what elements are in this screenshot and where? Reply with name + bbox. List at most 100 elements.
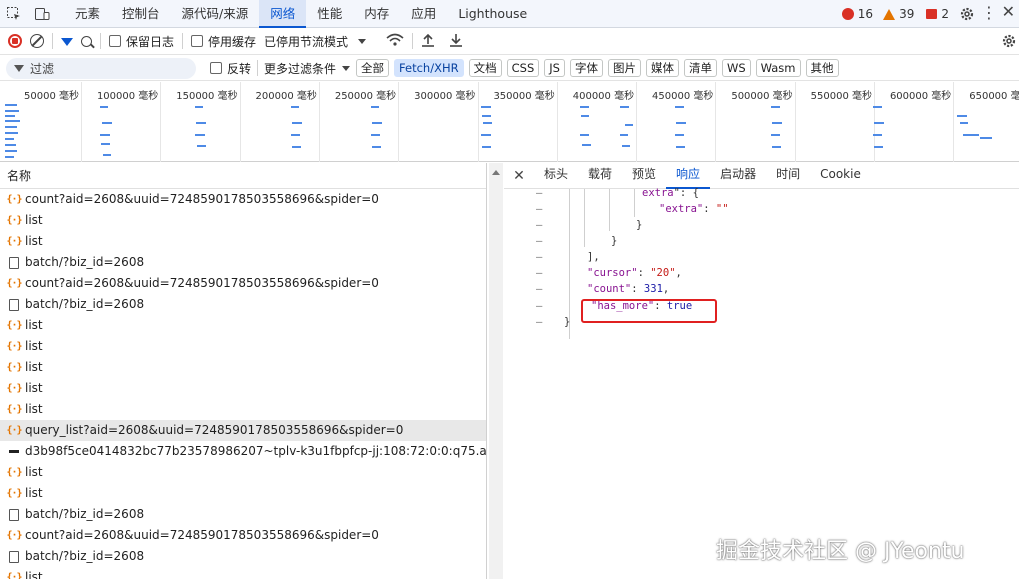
panel-tab[interactable]: 控制台 bbox=[111, 0, 171, 28]
throttling-select[interactable]: 已停用节流模式 bbox=[264, 33, 367, 50]
scroll-up-arrow-icon[interactable] bbox=[492, 170, 500, 175]
request-row[interactable]: batch/?biz_id=2608 bbox=[0, 546, 486, 567]
overview-request-bar bbox=[620, 106, 629, 108]
close-detail-icon[interactable]: ✕ bbox=[504, 168, 534, 184]
overview-request-bar bbox=[103, 154, 111, 156]
filter-chip[interactable]: WS bbox=[721, 59, 751, 77]
inner-extra-key: "extra" bbox=[659, 203, 704, 215]
filter-input[interactable]: 过滤 bbox=[6, 57, 196, 79]
clear-icon[interactable] bbox=[30, 34, 44, 48]
filter-chip[interactable]: 媒体 bbox=[645, 59, 679, 77]
overview-request-bar bbox=[197, 145, 206, 147]
request-row[interactable]: {·} list bbox=[0, 378, 486, 399]
request-row[interactable]: batch/?biz_id=2608 bbox=[0, 252, 486, 273]
filter-chip[interactable]: 字体 bbox=[569, 59, 603, 77]
panel-tab[interactable]: 内存 bbox=[353, 0, 400, 28]
overview-request-bar bbox=[5, 144, 16, 146]
checkbox-box[interactable] bbox=[191, 35, 204, 47]
device-toolbar-icon[interactable] bbox=[28, 0, 56, 28]
xhr-icon: {·} bbox=[6, 425, 22, 436]
overview-gridline bbox=[794, 82, 796, 162]
filter-chip[interactable]: Wasm bbox=[755, 59, 801, 77]
request-row[interactable]: {·} list bbox=[0, 336, 486, 357]
document-shape bbox=[9, 256, 19, 269]
more-filters-dropdown[interactable]: 更多过滤条件 bbox=[264, 60, 351, 77]
network-overview-timeline[interactable]: 50000 毫秒 100000 毫秒 150000 毫秒 200000 毫秒 25000… bbox=[0, 82, 1019, 162]
panel-tab[interactable]: 应用 bbox=[400, 0, 447, 28]
filter-chip[interactable]: 全部 bbox=[356, 59, 390, 77]
filter-chip[interactable]: 文档 bbox=[468, 59, 502, 77]
toolbar-divider bbox=[257, 60, 259, 76]
overview-request-bar bbox=[195, 106, 203, 108]
error-count: 16 bbox=[857, 7, 874, 21]
filter-chip[interactable]: Fetch/XHR bbox=[394, 59, 464, 77]
search-icon[interactable] bbox=[81, 35, 95, 48]
filter-chip[interactable]: 图片 bbox=[607, 59, 641, 77]
request-row[interactable]: {·} list bbox=[0, 462, 486, 483]
console-status[interactable]: 16 39 2 bbox=[834, 0, 949, 28]
network-settings-gear-icon[interactable] bbox=[1001, 33, 1017, 52]
request-row[interactable]: {·} list bbox=[0, 483, 486, 504]
disable-cache-checkbox[interactable]: 停用缓存 bbox=[191, 33, 256, 50]
media-shape bbox=[9, 450, 19, 453]
request-row[interactable]: {·} query_list?aid=2608&uuid=724859017850… bbox=[0, 420, 486, 441]
filter-funnel-icon[interactable] bbox=[61, 38, 73, 46]
request-row[interactable]: {·} list bbox=[0, 399, 486, 420]
more-options-icon[interactable]: ⋮ bbox=[981, 5, 997, 21]
document-shape bbox=[9, 550, 19, 563]
panel-tab[interactable]: 元素 bbox=[64, 0, 111, 28]
network-conditions-wifi-icon[interactable] bbox=[386, 33, 404, 50]
overview-time-label: 200000 毫秒 bbox=[255, 91, 317, 102]
request-row[interactable]: {·} count?aid=2608&uuid=72485901785035586… bbox=[0, 525, 486, 546]
request-row[interactable]: {·} list bbox=[0, 210, 486, 231]
filter-chip[interactable]: 清单 bbox=[683, 59, 717, 77]
code-line: – "count": 331, bbox=[536, 283, 670, 295]
preserve-log-label: 保留日志 bbox=[126, 34, 175, 49]
panel-tab[interactable]: Lighthouse bbox=[447, 0, 538, 28]
checkbox-box[interactable] bbox=[109, 35, 121, 47]
request-row[interactable]: {·} count?aid=2608&uuid=72485901785035586… bbox=[0, 273, 486, 294]
more-filters-label: 更多过滤条件 bbox=[264, 61, 337, 76]
request-row[interactable]: {·} list bbox=[0, 357, 486, 378]
overview-time-label: 250000 毫秒 bbox=[334, 91, 397, 102]
request-row[interactable]: batch/?biz_id=2608 bbox=[0, 294, 486, 315]
inner-extra-value: "" bbox=[715, 203, 729, 215]
preserve-log-checkbox[interactable]: 保留日志 bbox=[109, 33, 174, 50]
request-row[interactable]: d3b98f5ce0414832bc77b23578986207~tplv-k3… bbox=[0, 441, 486, 462]
toolbar-divider bbox=[100, 33, 101, 49]
record-stop-icon[interactable] bbox=[8, 34, 22, 48]
response-body[interactable]: – extra": { – "extra": "" –} –} –], – "curs… bbox=[504, 187, 1019, 579]
request-name: list bbox=[25, 486, 43, 500]
overview-request-bar bbox=[675, 134, 684, 136]
panel-tab[interactable]: 源代码/来源 bbox=[171, 0, 260, 28]
name-column-header[interactable]: 名称 bbox=[0, 163, 486, 189]
overview-request-bar bbox=[772, 146, 781, 148]
request-list-scrollbar[interactable] bbox=[489, 163, 503, 579]
cursor-key: "cursor" bbox=[587, 267, 638, 279]
panel-tab[interactable]: 性能 bbox=[306, 0, 353, 28]
request-row[interactable]: {·} list bbox=[0, 315, 486, 336]
inspect-element-icon[interactable] bbox=[0, 0, 28, 28]
filter-chip[interactable]: CSS bbox=[506, 59, 540, 77]
overview-gridline bbox=[715, 82, 717, 162]
invert-checkbox[interactable]: 反转 bbox=[210, 60, 251, 77]
import-har-icon[interactable] bbox=[421, 33, 435, 50]
overview-request-bar bbox=[620, 134, 628, 136]
request-row[interactable]: {·} count?aid=2608&uuid=72485901785035586… bbox=[0, 189, 486, 210]
export-har-icon[interactable] bbox=[449, 33, 463, 50]
filter-chip[interactable]: JS bbox=[544, 59, 565, 77]
close-devtools-icon[interactable]: ✕ bbox=[1002, 4, 1015, 20]
request-row[interactable]: {·} list bbox=[0, 231, 486, 252]
request-row[interactable]: {·} list bbox=[0, 567, 486, 579]
filter-chip[interactable]: 其他 bbox=[805, 59, 839, 77]
request-name: list bbox=[25, 234, 43, 248]
request-row[interactable]: batch/?biz_id=2608 bbox=[0, 504, 486, 525]
has-more-highlight-box bbox=[581, 299, 717, 323]
settings-gear-icon[interactable] bbox=[959, 6, 975, 25]
panel-tab[interactable]: 网络 bbox=[259, 0, 307, 28]
overview-request-bar bbox=[481, 106, 491, 108]
overview-request-bar bbox=[625, 124, 633, 126]
overview-request-bar bbox=[873, 106, 882, 108]
code-line: – "extra": "" bbox=[536, 203, 729, 215]
checkbox-box[interactable] bbox=[210, 62, 222, 74]
